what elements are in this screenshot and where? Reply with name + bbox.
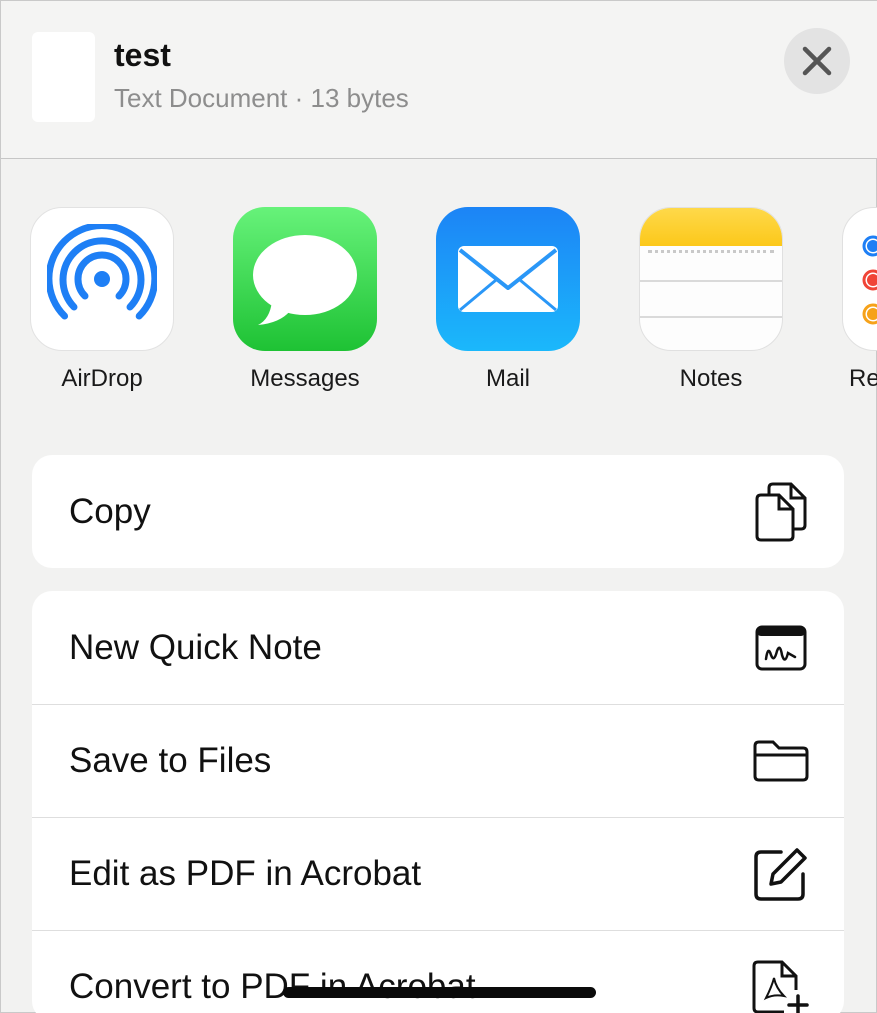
action-label-quick-note: New Quick Note [69,627,322,667]
app-notes[interactable]: Notes [638,207,784,393]
airdrop-icon [30,207,174,351]
share-sheet-header: test Text Document · 13 bytes [1,1,877,159]
edit-pdf-icon [751,844,811,904]
action-new-quick-note[interactable]: New Quick Note [32,591,844,704]
reminders-icon [842,207,877,351]
folder-icon [751,731,811,791]
app-mail[interactable]: Mail [435,207,581,393]
action-copy[interactable]: Copy [32,455,844,568]
mail-icon [436,207,580,351]
copy-icon [751,482,811,542]
file-name: test [114,37,171,73]
notes-icon [639,207,783,351]
action-label-edit-pdf: Edit as PDF in Acrobat [69,854,422,893]
file-details: Text Document · 13 bytes [114,83,409,113]
messages-icon [233,207,377,351]
app-label-messages: Messages [250,365,360,392]
app-messages[interactable]: Messages [232,207,378,393]
close-icon [802,46,832,76]
app-label-mail: Mail [485,365,530,392]
convert-pdf-icon [751,957,811,1013]
file-thumbnail [32,32,95,122]
app-reminders[interactable]: Re [841,207,877,393]
app-label-airdrop: AirDrop [61,365,143,392]
action-label-save-files: Save to Files [69,741,272,780]
action-convert-pdf-acrobat[interactable]: Convert to PDF in Acrobat [32,930,844,1013]
actions-group-secondary: New Quick Note Save to Files Edit as PDF… [32,591,844,1013]
app-label-notes: Notes [679,365,743,392]
app-airdrop[interactable]: AirDrop [29,207,175,393]
home-indicator[interactable] [283,987,596,998]
app-label-reminders: Re [849,365,877,392]
quick-note-icon [751,618,811,678]
app-share-row[interactable]: AirDrop Messages Mail Notes Re [1,160,877,410]
action-edit-pdf-acrobat[interactable]: Edit as PDF in Acrobat [32,817,844,930]
close-button[interactable] [784,28,850,94]
action-label-copy: Copy [69,491,151,531]
action-save-to-files[interactable]: Save to Files [32,704,844,817]
actions-group-primary: Copy [32,455,844,568]
